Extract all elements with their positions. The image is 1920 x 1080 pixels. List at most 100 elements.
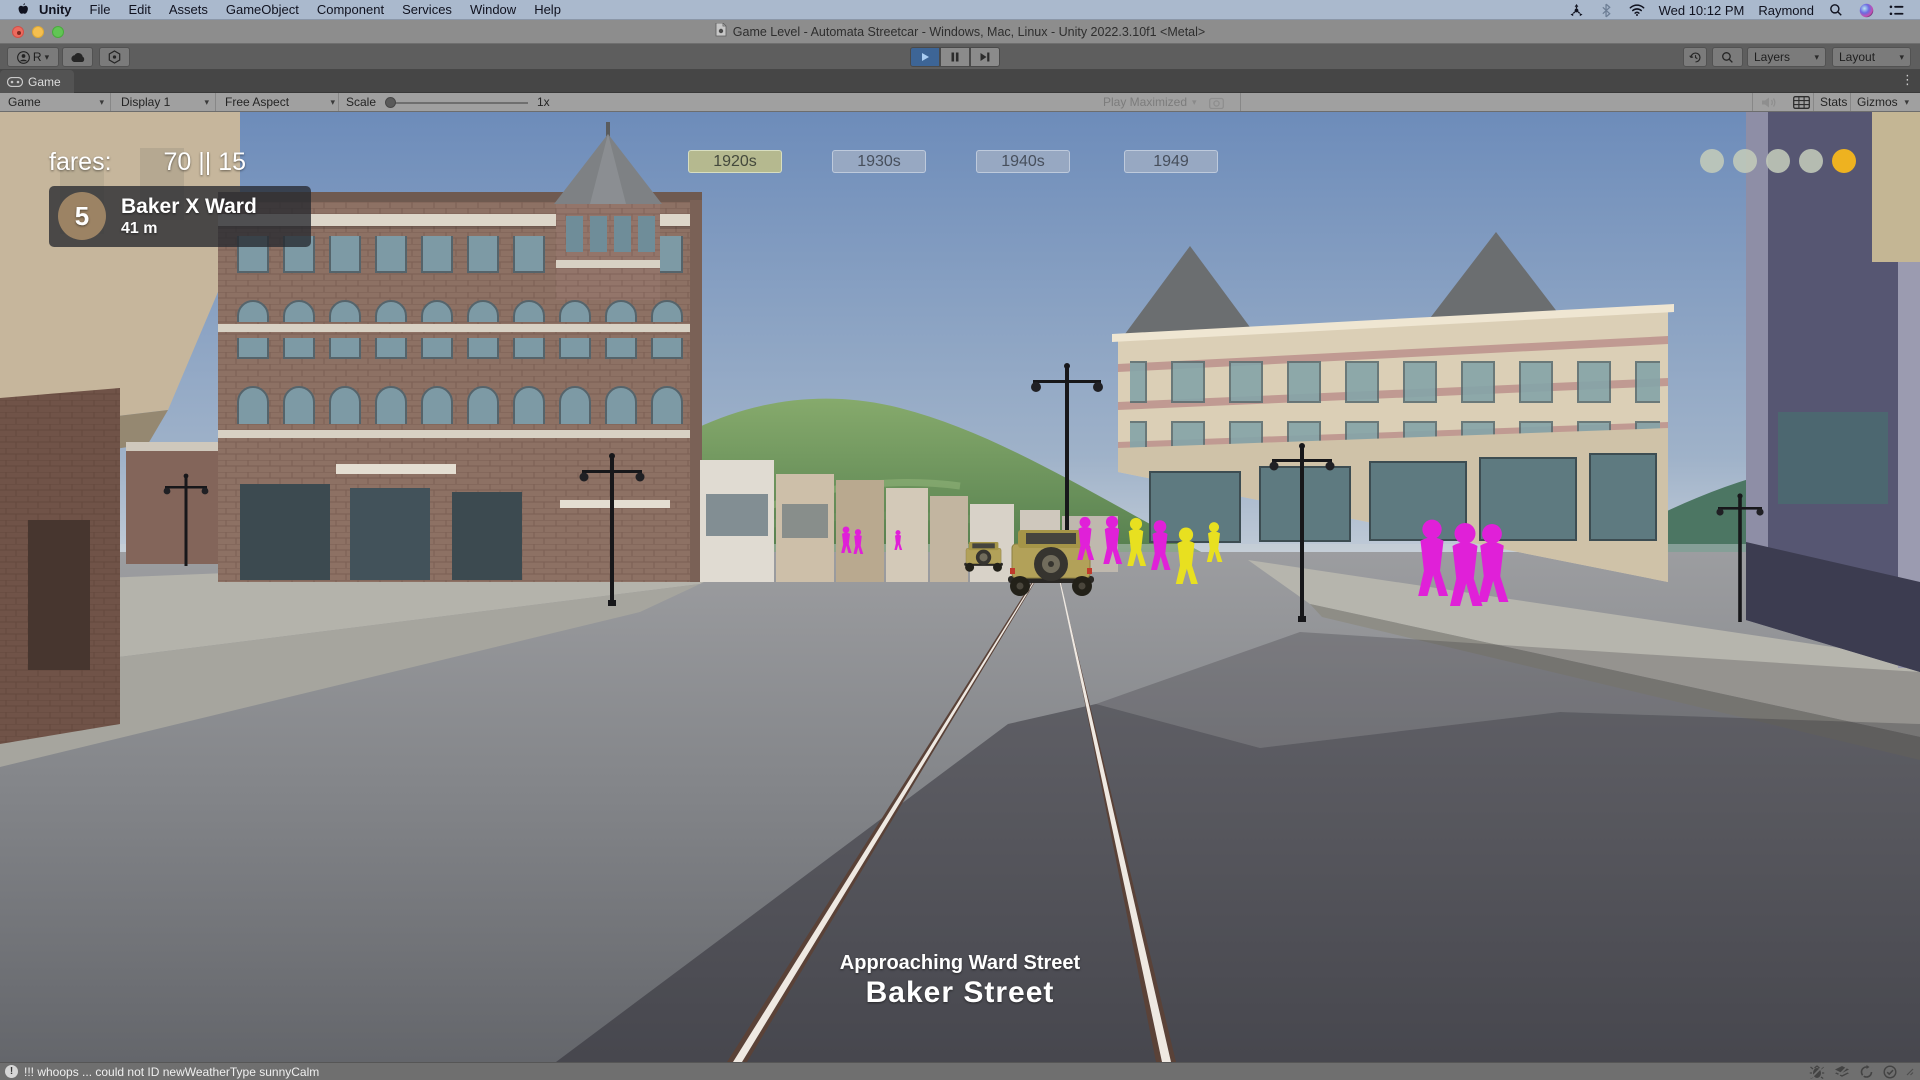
decade-selector: 1920s 1930s 1940s 1949 — [0, 150, 1920, 173]
chevron-down-icon: ▾ — [1899, 52, 1904, 63]
layers-label: Layers — [1754, 50, 1790, 64]
unity-hub-status-icon[interactable] — [1569, 2, 1585, 18]
chevron-down-icon: ▾ — [99, 97, 104, 108]
layout-dropdown[interactable]: Layout ▾ — [1832, 47, 1911, 67]
menu-item-edit[interactable]: Edit — [119, 0, 159, 20]
aspect-ratio-dropdown[interactable]: Free Aspect▾ — [225, 93, 335, 111]
mute-audio-icon[interactable] — [1761, 93, 1777, 111]
bluetooth-icon[interactable] — [1599, 2, 1615, 18]
route-dot — [1733, 149, 1757, 173]
decade-button-1930s[interactable]: 1930s — [832, 150, 926, 173]
menu-item-window[interactable]: Window — [461, 0, 525, 20]
account-dropdown[interactable]: R ▾ — [7, 47, 59, 67]
play-button[interactable] — [910, 47, 940, 67]
stop-number-badge: 5 — [58, 192, 106, 240]
version-control-button[interactable] — [99, 47, 130, 67]
window-title: Game Level - Automata Streetcar - Window… — [733, 25, 1205, 39]
window-title-bar[interactable]: Game Level - Automata Streetcar - Window… — [0, 20, 1920, 44]
unity-editor-window: Unity File Edit Assets GameObject Compon… — [0, 0, 1920, 1080]
decade-button-1920s[interactable]: 1920s — [688, 150, 782, 173]
siri-icon[interactable] — [1858, 2, 1874, 18]
gizmos-dropdown[interactable]: Gizmos▾ — [1857, 93, 1909, 111]
scale-slider-knob[interactable] — [385, 97, 396, 108]
route-dot — [1799, 149, 1823, 173]
scale-slider-track[interactable] — [390, 102, 528, 104]
stats-label: Stats — [1820, 95, 1847, 109]
menu-item-gameobject[interactable]: GameObject — [217, 0, 308, 20]
minimize-window-button[interactable] — [32, 26, 44, 38]
next-stop-panel: 5 Baker X Ward 41 m — [49, 186, 311, 247]
macos-menu-bar: Unity File Edit Assets GameObject Compon… — [0, 0, 1920, 20]
panel-menu-icon[interactable]: ⋮ — [1901, 72, 1914, 88]
menu-item-assets[interactable]: Assets — [160, 0, 217, 20]
collab-disabled-icon[interactable] — [1834, 1065, 1850, 1079]
display-dropdown[interactable]: Display 1 ▾ — [121, 93, 209, 111]
scale-value: 1x — [537, 93, 550, 111]
chevron-down-icon: ▾ — [204, 97, 209, 108]
search-button[interactable] — [1712, 47, 1743, 67]
menu-item-services[interactable]: Services — [393, 0, 461, 20]
chevron-down-icon: ▾ — [1814, 52, 1819, 63]
approaching-text: Approaching Ward Street — [0, 952, 1920, 975]
gamepad-icon — [7, 77, 23, 87]
capture-icon[interactable] — [1209, 93, 1224, 111]
console-message[interactable]: !!! whoops ... could not ID newWeatherTy… — [24, 1065, 319, 1079]
step-button[interactable] — [970, 47, 1000, 67]
game-view-toolbar: Game ▾ Display 1 ▾ Free Aspect▾ Scale 1x P… — [0, 93, 1920, 112]
route-dot — [1700, 149, 1724, 173]
tab-game-label: Game — [28, 75, 61, 89]
menu-item-unity[interactable]: Unity — [30, 0, 81, 20]
apple-menu-icon[interactable] — [14, 2, 30, 18]
document-icon — [715, 23, 727, 40]
search-icon — [1721, 51, 1734, 64]
grid-overlay-icon[interactable] — [1793, 93, 1810, 111]
menu-item-component[interactable]: Component — [308, 0, 393, 20]
layout-label: Layout — [1839, 50, 1875, 64]
play-maximized-label: Play Maximized — [1103, 95, 1187, 109]
decade-button-1949[interactable]: 1949 — [1124, 150, 1218, 173]
spotlight-search-icon[interactable] — [1828, 2, 1844, 18]
play-maximized-dropdown[interactable]: Play Maximized▾ — [1103, 93, 1197, 111]
menu-item-help[interactable]: Help — [525, 0, 570, 20]
stop-distance: 41 m — [121, 219, 257, 239]
scale-label: Scale — [346, 93, 376, 111]
account-initial: R — [33, 50, 42, 64]
menu-item-file[interactable]: File — [81, 0, 120, 20]
close-window-button[interactable] — [12, 26, 24, 38]
game-mode-label: Game — [8, 95, 41, 109]
play-icon — [920, 52, 930, 62]
clock[interactable]: Wed 10:12 PM — [1659, 3, 1745, 18]
chevron-down-icon: ▾ — [330, 97, 335, 108]
cloud-services-button[interactable] — [62, 47, 93, 67]
plastic-scm-icon — [108, 50, 121, 64]
game-mode-dropdown[interactable]: Game ▾ — [8, 93, 104, 111]
history-clock-icon — [1689, 51, 1702, 64]
undo-history-button[interactable] — [1683, 47, 1707, 67]
fast-user-switch[interactable]: Raymond — [1758, 3, 1814, 18]
cloud-icon — [70, 52, 86, 63]
pause-button[interactable] — [940, 47, 970, 67]
panel-tab-strip: Game ⋮ — [0, 70, 1920, 93]
chevron-down-icon: ▾ — [45, 52, 50, 63]
progress-check-icon[interactable] — [1883, 1065, 1897, 1079]
status-bar[interactable]: ! !!! whoops ... could not ID newWeather… — [0, 1062, 1920, 1080]
zoom-window-button[interactable] — [52, 26, 64, 38]
wifi-icon[interactable] — [1629, 2, 1645, 18]
autorefresh-disabled-icon[interactable] — [1859, 1065, 1874, 1079]
decade-button-1940s[interactable]: 1940s — [976, 150, 1070, 173]
display-label: Display 1 — [121, 95, 170, 109]
route-progress-dots — [1700, 149, 1856, 173]
step-icon — [980, 52, 990, 62]
stats-toggle[interactable]: Stats — [1820, 93, 1847, 111]
unity-toolbar: R ▾ Layers ▾ — [0, 44, 1920, 70]
tab-game[interactable]: Game — [0, 70, 74, 93]
far-right-purple-building — [1746, 112, 1920, 672]
resize-grip[interactable] — [1906, 1068, 1914, 1076]
gizmos-label: Gizmos — [1857, 95, 1898, 109]
game-viewport[interactable]: fares: 70 || 15 5 Baker X Ward 41 m 1920… — [0, 112, 1920, 1062]
control-center-icon[interactable] — [1888, 2, 1904, 18]
layers-dropdown[interactable]: Layers ▾ — [1747, 47, 1826, 67]
debugger-disabled-icon[interactable] — [1809, 1065, 1825, 1079]
pause-icon — [951, 52, 959, 62]
street-name-text: Baker Street — [0, 976, 1920, 1010]
